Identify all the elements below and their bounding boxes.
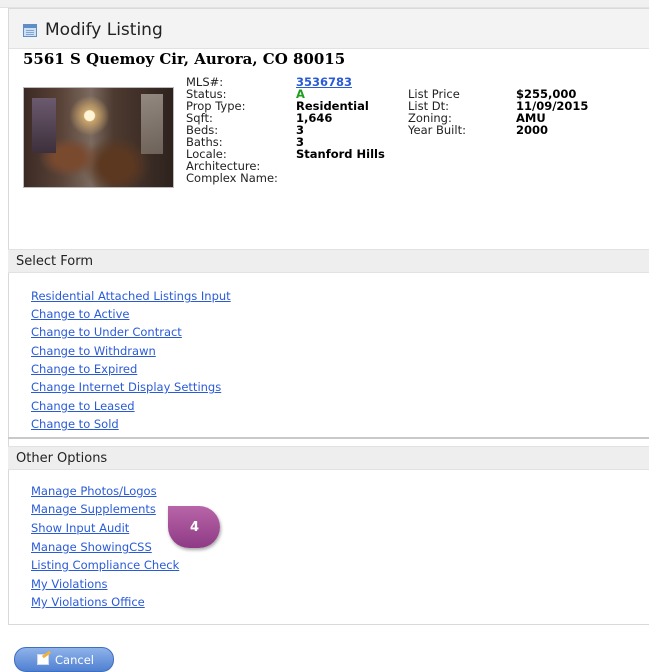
listing-compliance-check-link[interactable]: Listing Compliance Check (31, 558, 179, 572)
manage-supplements-link[interactable]: Manage Supplements (31, 502, 156, 516)
change-to-leased-link[interactable]: Change to Leased (31, 399, 135, 413)
section-divider (8, 437, 649, 439)
manage-showingcss-link[interactable]: Manage ShowingCSS (31, 540, 152, 554)
year-built-label: Year Built: (408, 123, 466, 137)
locale-value: Stanford Hills (296, 147, 385, 161)
my-violations-office-link[interactable]: My Violations Office (31, 595, 145, 609)
select-form-title: Select Form (16, 254, 93, 269)
top-strip (0, 0, 649, 8)
other-options-title: Other Options (16, 451, 108, 466)
change-to-active-link[interactable]: Change to Active (31, 307, 129, 321)
change-to-sold-link[interactable]: Change to Sold (31, 417, 119, 431)
cancel-button-label: Cancel (55, 653, 94, 667)
edit-icon (37, 654, 49, 665)
complex-name-label: Complex Name: (186, 171, 278, 185)
cancel-button[interactable]: Cancel (14, 647, 114, 672)
listing-address: 5561 S Quemoy Cir, Aurora, CO 80015 (23, 50, 346, 68)
change-to-withdrawn-link[interactable]: Change to Withdrawn (31, 344, 156, 358)
show-input-audit-link[interactable]: Show Input Audit (31, 521, 129, 535)
page-title: Modify Listing (45, 20, 163, 40)
year-built-value: 2000 (516, 123, 549, 137)
step-callout-number: 4 (190, 520, 200, 535)
panel-header: Modify Listing (9, 9, 649, 49)
listing-photo[interactable] (23, 87, 174, 188)
my-violations-link[interactable]: My Violations (31, 577, 108, 591)
document-icon (23, 24, 37, 37)
step-callout-badge: 4 (168, 506, 220, 548)
other-options-header: Other Options (8, 446, 649, 470)
change-to-expired-link[interactable]: Change to Expired (31, 362, 137, 376)
change-internet-display-link[interactable]: Change Internet Display Settings (31, 380, 221, 394)
change-to-under-contract-link[interactable]: Change to Under Contract (31, 325, 182, 339)
manage-photos-logos-link[interactable]: Manage Photos/Logos (31, 484, 157, 498)
select-form-header: Select Form (8, 249, 649, 273)
residential-attached-input-link[interactable]: Residential Attached Listings Input (31, 289, 231, 303)
